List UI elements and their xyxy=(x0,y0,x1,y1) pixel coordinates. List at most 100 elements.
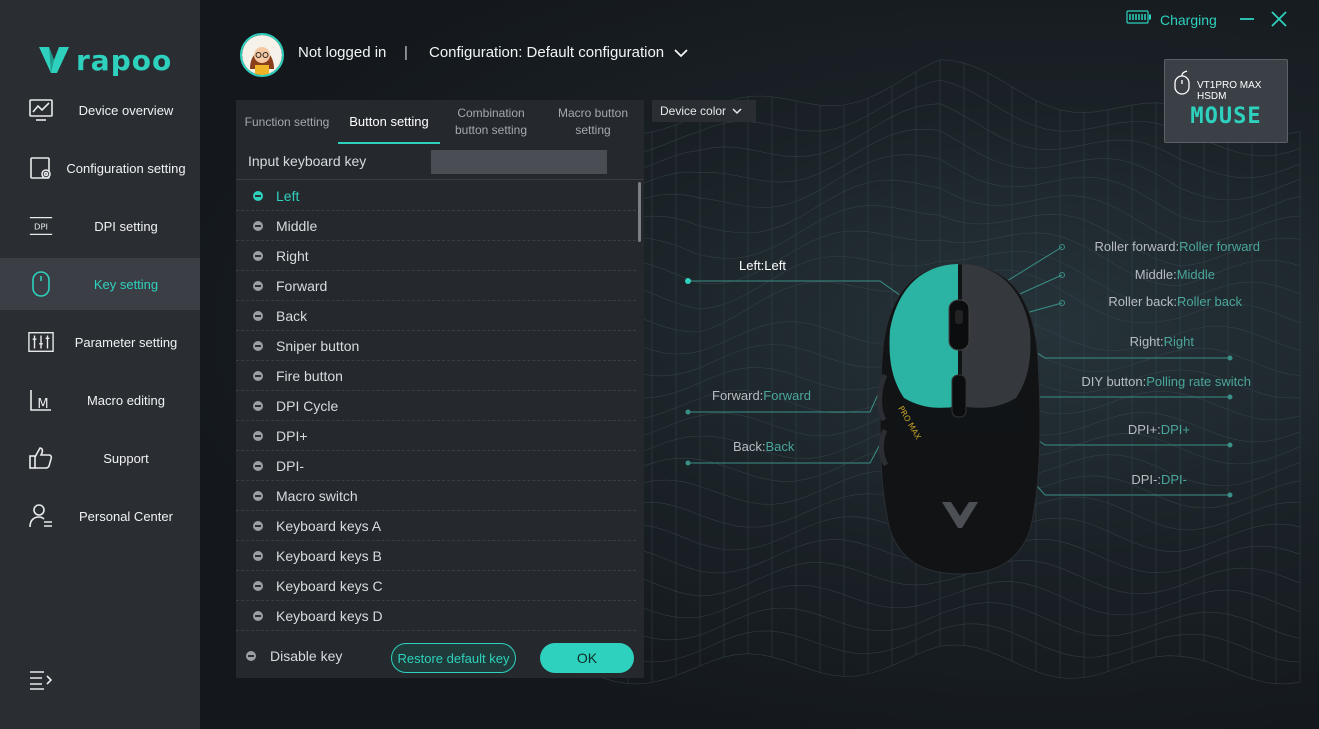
chevron-down-icon[interactable] xyxy=(672,44,690,62)
list-item[interactable]: DPI- xyxy=(236,451,636,481)
header-separator: | xyxy=(404,44,408,61)
settings-tabs: Function setting Button setting Combinat… xyxy=(236,100,644,144)
radio[interactable] xyxy=(253,460,263,471)
callout-roller-back[interactable]: Roller back:Roller back xyxy=(1108,294,1242,309)
radio[interactable] xyxy=(253,550,263,561)
keyboard-key-label: Input keyboard key xyxy=(248,153,367,169)
key-label: Fire button xyxy=(276,367,343,384)
callout-name: Right: xyxy=(1129,334,1164,349)
sidebar-item-device-overview[interactable]: Device overview xyxy=(0,84,200,136)
radio[interactable] xyxy=(253,580,263,591)
svg-text:DPI: DPI xyxy=(34,222,48,232)
tab-label: Button setting xyxy=(349,113,429,129)
radio[interactable] xyxy=(253,250,263,261)
callout-back[interactable]: Back:Back xyxy=(733,439,794,454)
tab-macro-button-setting[interactable]: Macro button setting xyxy=(542,100,644,144)
radio[interactable] xyxy=(253,220,263,231)
list-item[interactable]: Right xyxy=(236,241,636,271)
charging-label: Charging xyxy=(1160,11,1217,28)
list-item[interactable]: Fire button xyxy=(236,361,636,391)
sidebar-item-parameter-setting[interactable]: Parameter setting xyxy=(0,316,200,368)
callout-value: Middle xyxy=(1176,267,1215,282)
callout-dpi-plus[interactable]: DPI+:DPI+ xyxy=(1128,422,1190,437)
key-list[interactable]: Left Middle Right Forward Back Sniper bu… xyxy=(236,181,644,631)
sidebar-item-support[interactable]: Support xyxy=(0,432,200,484)
key-settings-panel: Function setting Button setting Combinat… xyxy=(236,100,644,678)
rapoo-logo: rapoo xyxy=(38,40,171,80)
avatar[interactable] xyxy=(240,33,284,77)
callout-value: Polling rate switch xyxy=(1146,374,1251,389)
list-item[interactable]: Keyboard keys A xyxy=(236,511,636,541)
mouse-icon xyxy=(28,271,54,297)
minimize-icon[interactable] xyxy=(1238,10,1256,28)
list-item[interactable]: Middle xyxy=(236,211,636,241)
tab-button-setting[interactable]: Button setting xyxy=(338,100,440,144)
radio[interactable] xyxy=(253,490,263,501)
callout-forward[interactable]: Forward:Forward xyxy=(712,388,811,403)
radio[interactable] xyxy=(253,310,263,321)
callout-right[interactable]: Right:Right xyxy=(1130,334,1194,349)
chevron-down-icon xyxy=(732,108,742,115)
list-item[interactable]: Keyboard keys D xyxy=(236,601,636,631)
key-label: DPI- xyxy=(276,457,304,474)
close-icon[interactable] xyxy=(1269,9,1289,29)
list-item[interactable]: DPI Cycle xyxy=(236,391,636,421)
tab-function-setting[interactable]: Function setting xyxy=(236,100,338,144)
restore-default-key-button[interactable]: Restore default key xyxy=(391,643,516,673)
sidebar-item-configuration-setting[interactable]: Configuration setting xyxy=(0,142,200,194)
sidebar-item-dpi-setting[interactable]: DPI DPI setting xyxy=(0,200,200,252)
radio[interactable] xyxy=(253,370,263,381)
radio[interactable] xyxy=(253,280,263,291)
key-label: Keyboard keys A xyxy=(276,517,382,534)
disable-key-option[interactable]: Disable key xyxy=(246,648,342,664)
ok-button[interactable]: OK xyxy=(540,643,634,673)
list-item[interactable]: Back xyxy=(236,301,636,331)
key-label: DPI+ xyxy=(276,427,308,444)
sidebar-item-key-setting[interactable]: Key setting xyxy=(0,258,200,310)
list-item[interactable]: Keyboard keys B xyxy=(236,541,636,571)
list-item[interactable]: Sniper button xyxy=(236,331,636,361)
macro-icon: M xyxy=(28,387,54,413)
list-item[interactable]: Left xyxy=(236,181,636,211)
svg-text:M: M xyxy=(37,397,48,412)
callout-diy-button[interactable]: DIY button:Polling rate switch xyxy=(1081,374,1251,389)
key-label: Back xyxy=(276,307,308,324)
device-card[interactable]: VT1PRO MAX HSDM MOUSE xyxy=(1164,59,1288,143)
thumbs-up-icon xyxy=(28,445,54,471)
list-item[interactable]: Macro switch xyxy=(236,481,636,511)
callout-name: Roller back: xyxy=(1108,294,1177,309)
radio[interactable] xyxy=(253,520,263,531)
login-status[interactable]: Not logged in xyxy=(298,44,386,61)
key-label: Sniper button xyxy=(276,337,360,354)
radio[interactable] xyxy=(246,651,256,661)
radio[interactable] xyxy=(253,430,263,441)
key-label: Macro switch xyxy=(276,487,358,504)
sidebar-item-macro-editing[interactable]: M Macro editing xyxy=(0,374,200,426)
callout-middle[interactable]: Middle:Middle xyxy=(1135,267,1215,282)
callout-name: DPI-: xyxy=(1131,472,1161,487)
sidebar-item-personal-center[interactable]: Personal Center xyxy=(0,490,200,542)
list-item[interactable]: Keyboard keys C xyxy=(236,571,636,601)
radio[interactable] xyxy=(253,400,263,411)
list-item[interactable]: DPI+ xyxy=(236,421,636,451)
tab-combination-button-setting[interactable]: Combination button setting xyxy=(440,100,542,144)
configuration-selector[interactable]: Configuration: Default configuration xyxy=(429,44,664,61)
callout-dpi-minus[interactable]: DPI-:DPI- xyxy=(1131,472,1187,487)
rapoo-v-icon xyxy=(38,45,70,75)
list-item[interactable]: Forward xyxy=(236,271,636,301)
monitor-chart-icon xyxy=(28,97,54,123)
device-color-dropdown[interactable]: Device color xyxy=(652,100,756,122)
radio[interactable] xyxy=(253,340,263,351)
keyboard-key-input[interactable] xyxy=(431,150,607,174)
sliders-icon xyxy=(28,329,54,355)
menu-collapse-icon[interactable] xyxy=(28,668,54,692)
radio-selected[interactable] xyxy=(253,190,263,201)
config-gear-icon xyxy=(28,155,54,181)
tab-label: Combination button setting xyxy=(454,106,528,137)
callout-value: Left xyxy=(764,258,786,273)
callout-value: Right xyxy=(1163,334,1194,349)
callout-left[interactable]: Left:Left xyxy=(739,258,786,273)
radio[interactable] xyxy=(253,610,263,621)
callout-roller-forward[interactable]: Roller forward:Roller forward xyxy=(1095,239,1260,254)
user-list-icon xyxy=(28,503,54,529)
